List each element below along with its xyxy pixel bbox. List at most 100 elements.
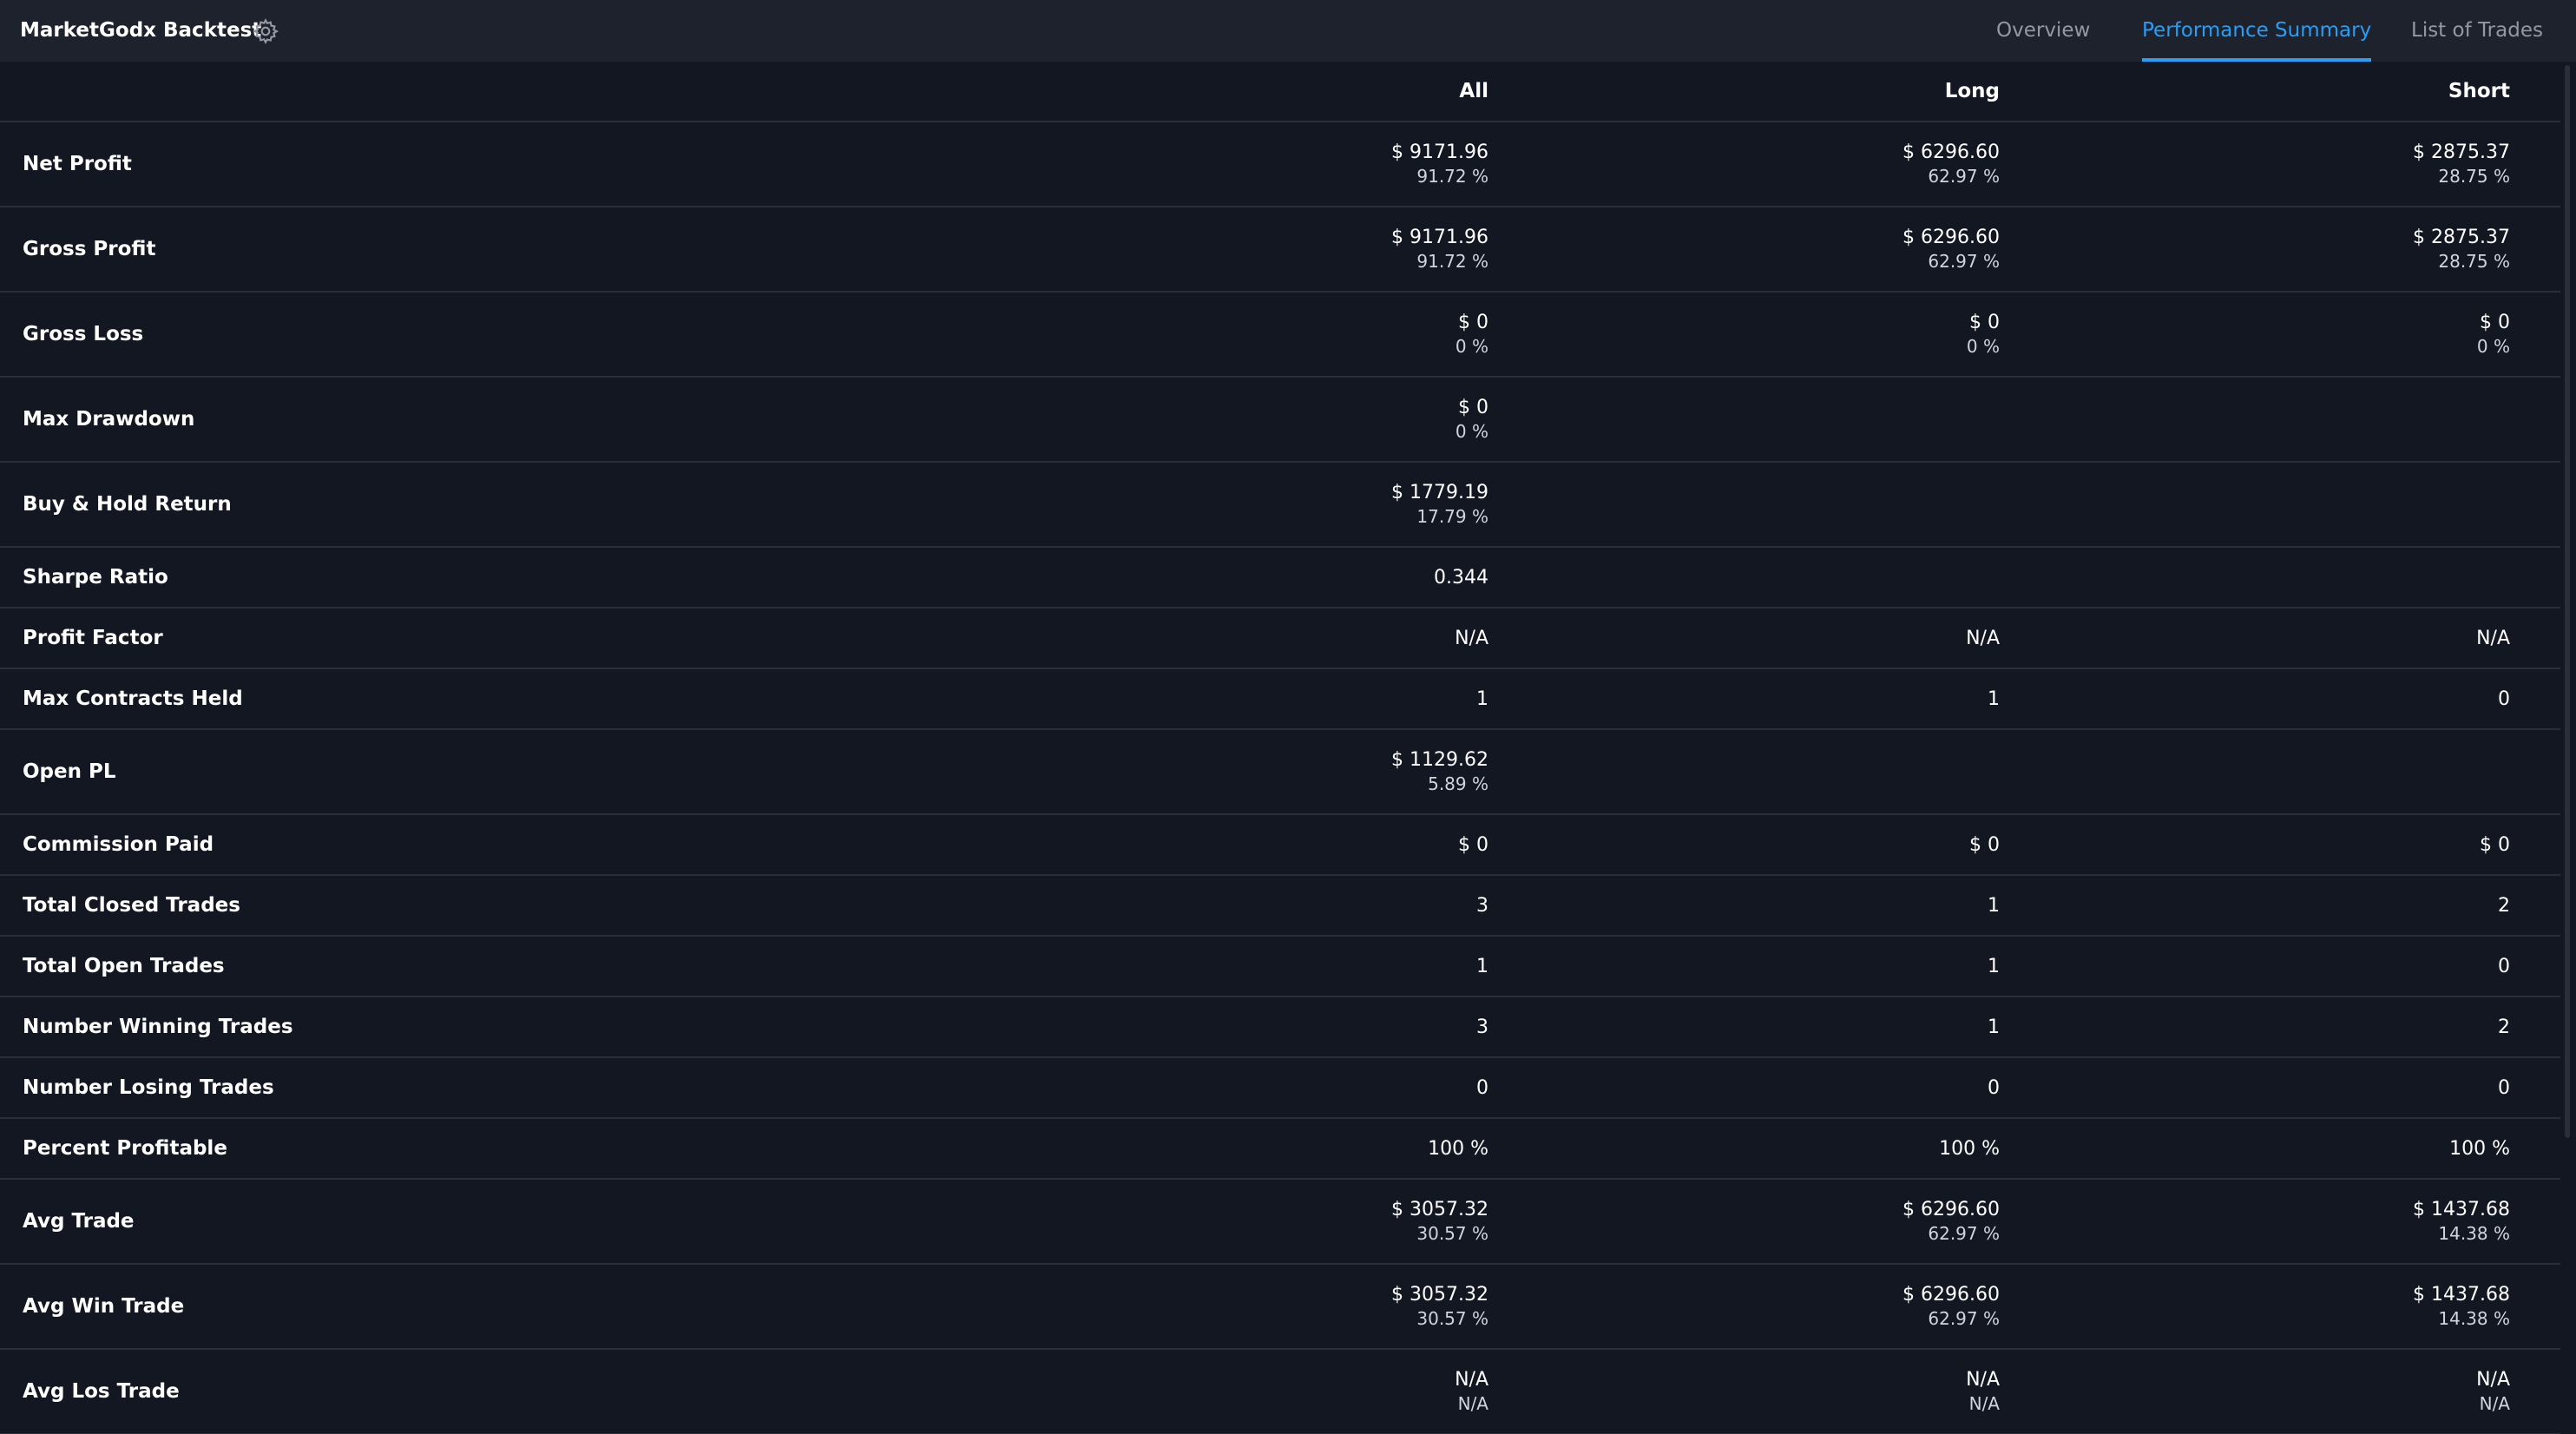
row-label: Number Losing Trades <box>23 1076 274 1099</box>
cell-percent: 62.97 % <box>1928 251 2000 272</box>
cell-long <box>1632 548 2000 607</box>
cell-percent: N/A <box>1457 1393 1488 1414</box>
vertical-scrollbar[interactable] <box>2560 62 2576 1434</box>
cell-value: $ 0 <box>1458 397 1488 418</box>
cell-all: 3 <box>1128 876 1488 935</box>
cell-value: $ 3057.32 <box>1391 1284 1488 1306</box>
cell-percent: 17.79 % <box>1416 506 1488 527</box>
row-label: Gross Loss <box>23 323 144 345</box>
cell-short: N/A <box>2144 608 2510 668</box>
cell-all: $ 1129.62 5.89 % <box>1128 730 1488 813</box>
cell-percent: 5.89 % <box>1428 773 1488 794</box>
cell-value: 0 <box>2498 1076 2510 1099</box>
table-row: Sharpe Ratio 0.344 <box>0 548 2560 608</box>
table-row: Avg Los Trade N/A N/A N/A N/A N/A N/A <box>0 1350 2560 1434</box>
cell-long: $ 6296.60 62.97 % <box>1632 122 2000 206</box>
cell-long: 1 <box>1632 937 2000 996</box>
cell-value: $ 6296.60 <box>1902 227 2000 248</box>
cell-long <box>1632 730 2000 813</box>
cell-value: N/A <box>1966 627 2000 649</box>
cell-long: N/A <box>1632 608 2000 668</box>
table-row: Max Drawdown $ 00 % <box>0 378 2560 463</box>
cell-short: $ 2875.37 28.75 % <box>2144 122 2510 206</box>
cell-long: 100 % <box>1632 1119 2000 1178</box>
table-row: Percent Profitable 100 % 100 % 100 % <box>0 1119 2560 1180</box>
cell-percent: 62.97 % <box>1928 1308 2000 1329</box>
table-body: Net Profit $ 9171.96 91.72 % $ 6296.60 62.97… <box>0 122 2560 1434</box>
table-row: Gross Loss $ 00 % $ 00 % $ 00 % <box>0 293 2560 378</box>
scrollbar-thumb[interactable] <box>2565 65 2570 1138</box>
gear-icon[interactable] <box>252 17 279 45</box>
cell-value: $ 0 <box>1969 833 2000 856</box>
cell-percent: 62.97 % <box>1928 1223 2000 1244</box>
cell-value: 0 <box>1988 1076 2000 1099</box>
table-row: Profit Factor N/A N/A N/A <box>0 608 2560 669</box>
tab-overview[interactable]: Overview <box>1996 0 2090 62</box>
backtest-window: MarketGodx Backtest Overview Performance… <box>0 0 2576 1434</box>
tab-performance-summary[interactable]: Performance Summary <box>2142 0 2372 62</box>
cell-all: $ 3057.32 30.57 % <box>1128 1265 1488 1348</box>
tab-list-of-trades[interactable]: List of Trades <box>2411 0 2543 62</box>
cell-value: $ 2875.37 <box>2413 227 2510 248</box>
row-label: Commission Paid <box>23 833 214 856</box>
cell-short: 100 % <box>2144 1119 2510 1178</box>
cell-all: 3 <box>1128 997 1488 1056</box>
cell-value: 1 <box>1988 894 2000 917</box>
column-header-long: Long <box>1944 80 2000 102</box>
table-row: Avg Win Trade $ 3057.32 30.57 % $ 6296.60 62… <box>0 1265 2560 1350</box>
cell-percent: 28.75 % <box>2438 166 2510 187</box>
cell-value: $ 1437.68 <box>2413 1199 2510 1220</box>
cell-short <box>2144 378 2510 461</box>
cell-percent: 30.57 % <box>1416 1223 1488 1244</box>
cell-value: N/A <box>2476 1369 2510 1391</box>
cell-percent: N/A <box>1968 1393 2000 1414</box>
cell-value: 2 <box>2498 894 2510 917</box>
table-row: Avg Trade $ 3057.32 30.57 % $ 6296.60 62.97 … <box>0 1180 2560 1265</box>
cell-percent: 30.57 % <box>1416 1308 1488 1329</box>
cell-all: $ 00 % <box>1128 378 1488 461</box>
cell-short: $ 2875.37 28.75 % <box>2144 207 2510 291</box>
table-row: Number Winning Trades 3 1 2 <box>0 997 2560 1058</box>
cell-long <box>1632 463 2000 546</box>
cell-short: 2 <box>2144 997 2510 1056</box>
cell-value: 2 <box>2498 1016 2510 1038</box>
cell-percent: 0 % <box>1966 336 2000 357</box>
cell-all: 0.344 <box>1128 548 1488 607</box>
cell-percent: 14.38 % <box>2438 1223 2510 1244</box>
table-row: Max Contracts Held 1 1 0 <box>0 669 2560 730</box>
cell-percent: 0 % <box>2476 336 2510 357</box>
cell-value: 1 <box>1476 687 1488 710</box>
cell-value: N/A <box>1966 1369 2000 1391</box>
table-row: Total Open Trades 1 1 0 <box>0 937 2560 997</box>
cell-percent: 28.75 % <box>2438 251 2510 272</box>
column-header-all: All <box>1459 80 1488 102</box>
cell-short: N/A N/A <box>2144 1350 2510 1433</box>
cell-value: $ 1779.19 <box>1391 482 1488 503</box>
top-bar: MarketGodx Backtest Overview Performance… <box>0 0 2576 62</box>
row-label: Buy & Hold Return <box>23 493 232 516</box>
table-row: Buy & Hold Return $ 1779.19 17.79 % <box>0 463 2560 548</box>
cell-short: 2 <box>2144 876 2510 935</box>
cell-short: $ 1437.68 14.38 % <box>2144 1180 2510 1263</box>
cell-value: N/A <box>1455 627 1488 649</box>
cell-short: 0 <box>2144 669 2510 728</box>
cell-short: $ 00 % <box>2144 293 2510 376</box>
app-title: MarketGodx Backtest <box>20 19 262 42</box>
cell-percent: 0 % <box>1455 421 1488 442</box>
cell-value: $ 2875.37 <box>2413 141 2510 163</box>
cell-value: $ 0 <box>2480 833 2510 856</box>
cell-long: $ 0 <box>1632 815 2000 874</box>
cell-value: 1 <box>1988 1016 2000 1038</box>
cell-percent: 91.72 % <box>1416 166 1488 187</box>
cell-long: 1 <box>1632 876 2000 935</box>
row-label: Sharpe Ratio <box>23 566 168 589</box>
cell-long: $ 6296.60 62.97 % <box>1632 1180 2000 1263</box>
cell-value: $ 1437.68 <box>2413 1284 2510 1306</box>
cell-value: 3 <box>1476 1016 1488 1038</box>
cell-value: 100 % <box>1939 1137 2000 1160</box>
cell-value: 1 <box>1476 955 1488 977</box>
table-row: Total Closed Trades 3 1 2 <box>0 876 2560 937</box>
cell-long: 0 <box>1632 1058 2000 1117</box>
cell-all: $ 1779.19 17.79 % <box>1128 463 1488 546</box>
cell-value: 0 <box>1476 1076 1488 1099</box>
